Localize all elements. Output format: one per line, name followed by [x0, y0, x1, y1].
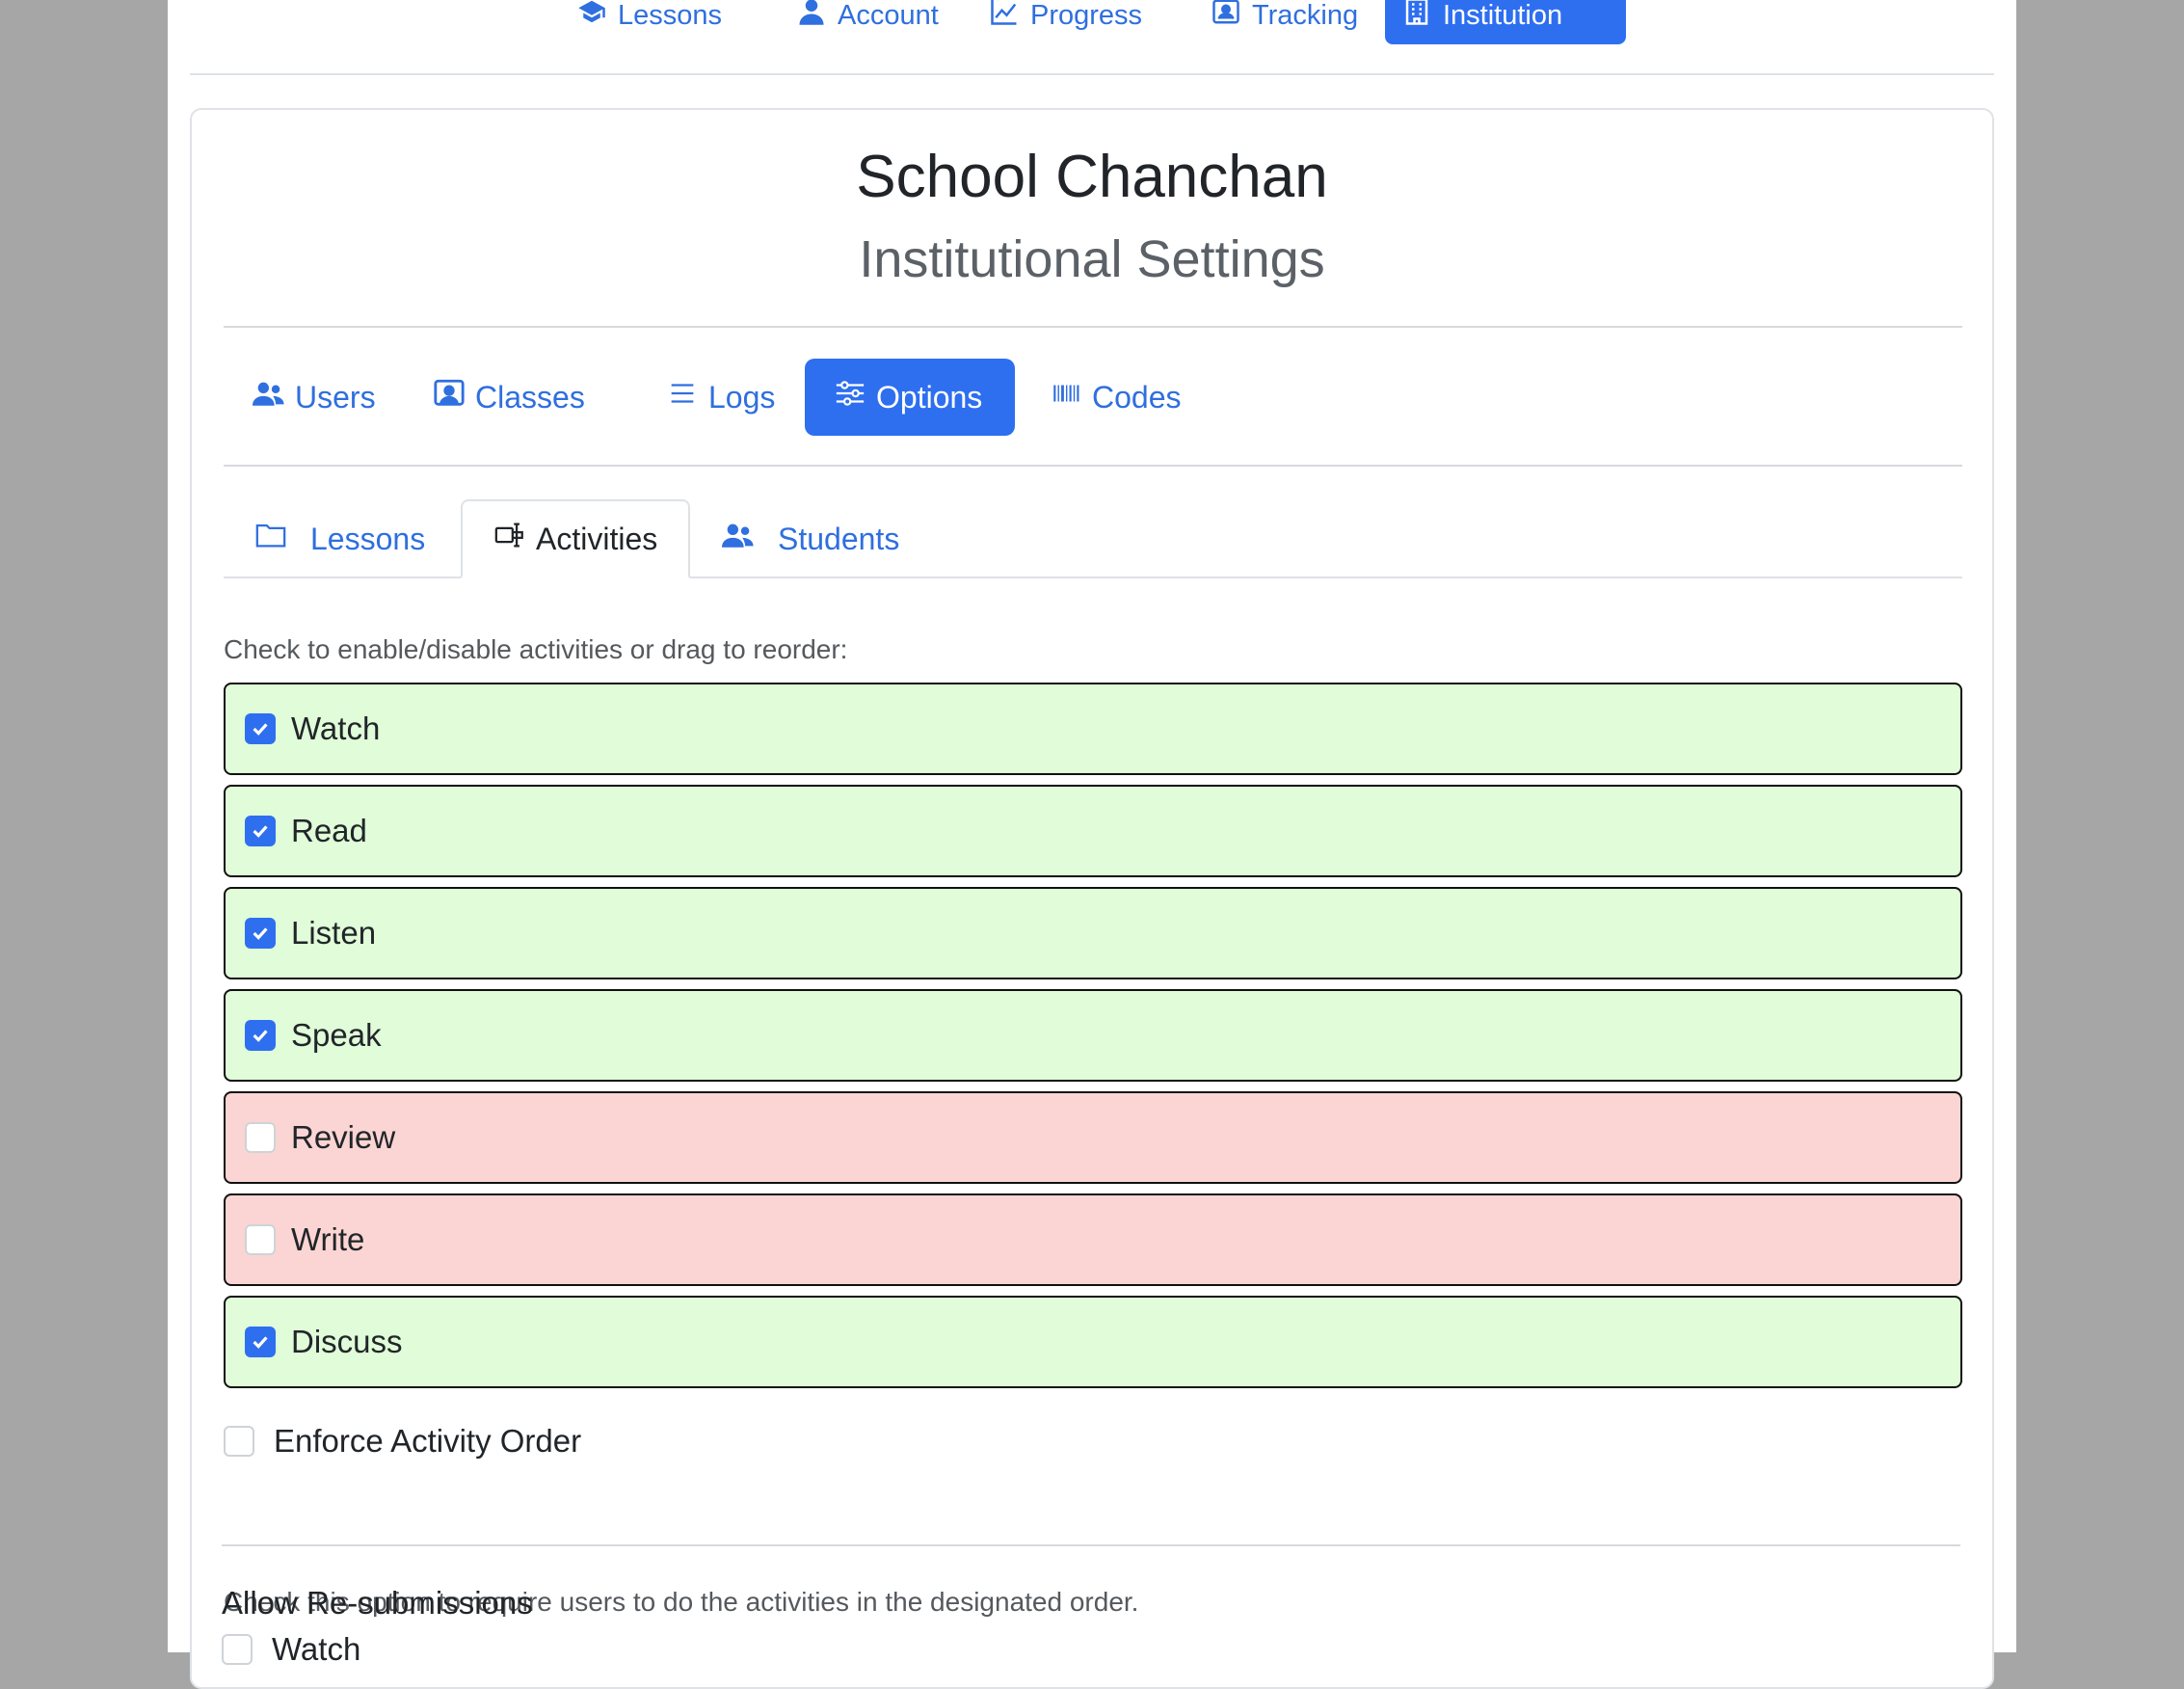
pill-classes-label: Classes [475, 379, 585, 415]
activity-checkbox[interactable] [245, 1122, 276, 1153]
topnav-progress[interactable]: Progress [972, 0, 1159, 44]
activity-checkbox[interactable] [245, 713, 276, 744]
check-icon [253, 825, 268, 838]
user-icon [797, 0, 826, 34]
enforce-order-label: Enforce Activity Order [274, 1423, 582, 1459]
activity-label: Read [291, 813, 367, 848]
activity-row-speak[interactable]: Speak [224, 989, 1962, 1082]
enforce-order-checkbox[interactable] [224, 1426, 254, 1457]
tab-lessons-label: Lessons [310, 521, 426, 556]
pill-logs[interactable]: Logs [637, 359, 804, 436]
resubmissions-label: Allow Re-submissions [222, 1585, 533, 1621]
pill-codes[interactable]: Codes [1021, 359, 1211, 436]
resubmit-watch-option[interactable]: Watch [222, 1631, 360, 1668]
activity-checkbox[interactable] [245, 1020, 276, 1051]
resubmit-watch-checkbox[interactable] [222, 1634, 253, 1665]
page-title: School Chanchan [856, 144, 1328, 210]
activity-checkbox[interactable] [245, 1327, 276, 1357]
topnav-account-label: Account [838, 0, 939, 31]
activity-row-discuss[interactable]: Discuss [224, 1296, 1962, 1388]
pill-classes[interactable]: Classes [404, 359, 614, 436]
topnav-institution[interactable]: Institution [1385, 0, 1626, 44]
activities-icon [493, 519, 526, 559]
tab-lessons[interactable]: Lessons [224, 499, 456, 578]
check-icon [253, 723, 268, 736]
divider [222, 1544, 1960, 1546]
check-icon [253, 1030, 268, 1042]
sliders-icon [834, 377, 866, 417]
folder-icon [254, 519, 287, 559]
pill-codes-label: Codes [1092, 379, 1182, 415]
settings-card: School Chanchan Institutional Settings U… [190, 108, 1994, 1689]
activity-checkbox[interactable] [245, 816, 276, 846]
activity-label: Listen [291, 915, 377, 951]
activity-label: Write [291, 1221, 365, 1257]
enforce-order-option[interactable]: Enforce Activity Order [224, 1423, 581, 1460]
activity-label: Watch [291, 710, 381, 746]
pill-logs-label: Logs [708, 379, 776, 415]
user-badge-icon [1212, 0, 1240, 34]
users-icon [722, 519, 755, 559]
topnav-tracking-label: Tracking [1252, 0, 1359, 31]
page: Lessons Account Progress Tracking Instit… [168, 0, 2016, 1689]
activity-label: Discuss [291, 1324, 403, 1359]
topnav-tracking[interactable]: Tracking [1194, 0, 1375, 44]
check-icon [253, 1336, 268, 1349]
list-icon [666, 377, 699, 417]
tab-activities-label: Activities [536, 521, 658, 556]
topnav-lessons-label: Lessons [618, 0, 723, 31]
activity-label: Review [291, 1119, 396, 1155]
instruction-text: Check to enable/disable activities or dr… [224, 634, 848, 664]
divider [224, 326, 1962, 328]
check-icon [253, 927, 268, 940]
pill-users-label: Users [295, 379, 376, 415]
page-subtitle: Institutional Settings [859, 230, 1325, 288]
activity-row-watch[interactable]: Watch [224, 683, 1962, 775]
tab-students-label: Students [778, 521, 900, 556]
top-nav: Lessons Account Progress Tracking Instit… [190, 0, 1994, 75]
users-icon [253, 377, 285, 417]
pill-options[interactable]: Options [805, 359, 1015, 436]
divider [224, 465, 1962, 467]
activity-row-read[interactable]: Read [224, 785, 1962, 877]
building-icon [1402, 0, 1431, 34]
activity-checkbox[interactable] [245, 918, 276, 949]
topnav-progress-label: Progress [1030, 0, 1143, 31]
activity-row-write[interactable]: Write [224, 1193, 1962, 1286]
barcode-icon [1050, 377, 1082, 417]
activity-label: Speak [291, 1017, 382, 1053]
topnav-account[interactable]: Account [780, 0, 956, 44]
classroom-icon [433, 377, 466, 417]
activity-checkbox[interactable] [245, 1224, 276, 1255]
topnav-institution-label: Institution [1443, 0, 1563, 31]
tab-activities[interactable]: Activities [461, 499, 691, 578]
topnav-lessons[interactable]: Lessons [560, 0, 739, 44]
pill-users[interactable]: Users [224, 359, 405, 436]
pill-options-label: Options [876, 379, 983, 415]
tab-students[interactable]: Students [691, 499, 930, 578]
graduation-cap-icon [577, 0, 606, 34]
activity-row-listen[interactable]: Listen [224, 887, 1962, 979]
activity-row-review[interactable]: Review [224, 1091, 1962, 1184]
resubmit-watch-label: Watch [272, 1631, 361, 1667]
chart-line-icon [990, 0, 1019, 34]
